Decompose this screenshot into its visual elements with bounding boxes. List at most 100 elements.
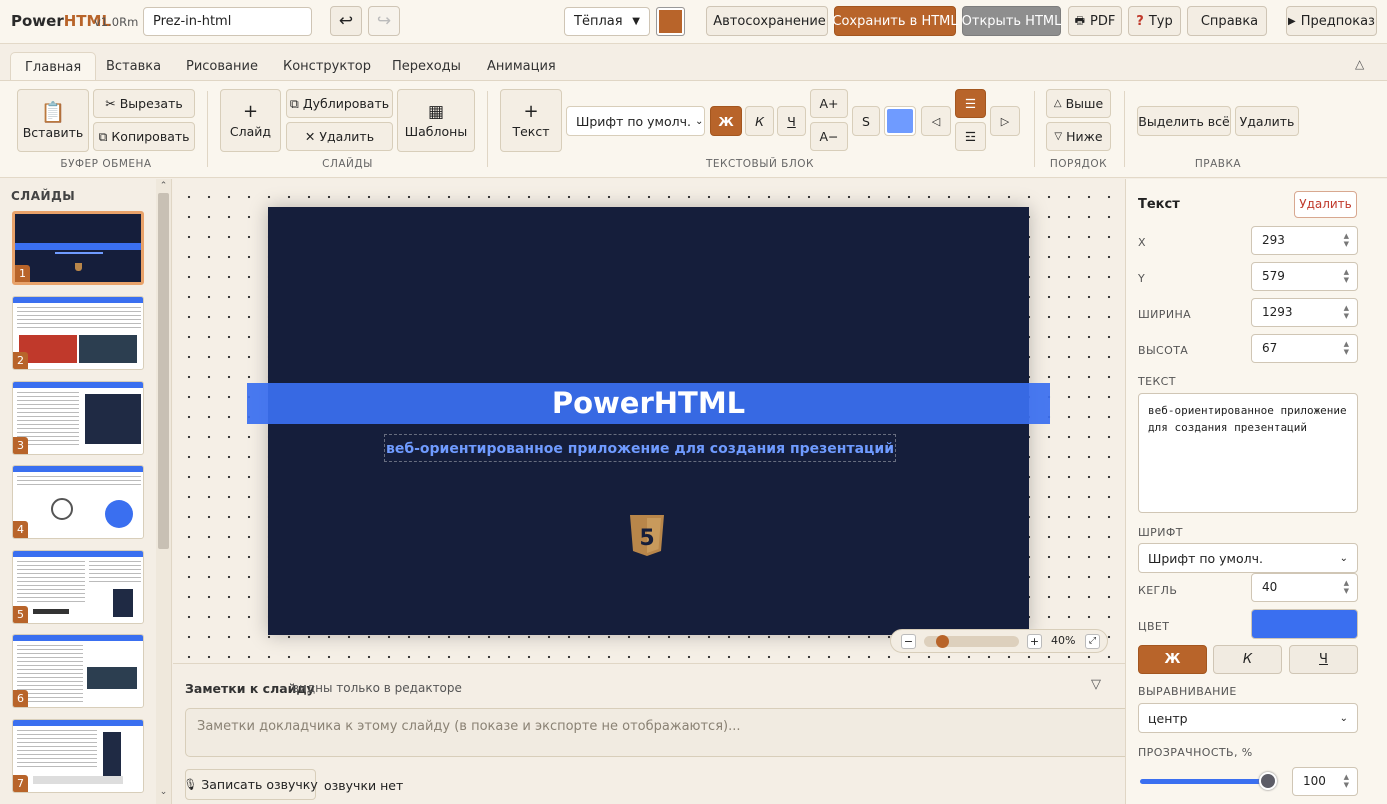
chevron-up-icon[interactable]: ⌃ (158, 181, 169, 191)
fit-screen-icon[interactable]: ⤢ (1085, 634, 1100, 649)
text-content-textarea[interactable]: веб-ориентированное приложение для созда… (1138, 393, 1358, 513)
delete-slide-button[interactable]: ✕ Удалить (286, 122, 393, 151)
ribbon-tabs: Главная Вставка Рисование Конструктор Пе… (0, 45, 1387, 81)
notes-textarea[interactable]: Заметки докладчика к этому слайду (в пок… (185, 708, 1130, 757)
delete-selection-button[interactable]: Удалить (1235, 106, 1299, 136)
collapse-ribbon-icon[interactable]: △ (1355, 57, 1364, 71)
slide-canvas[interactable]: PowerHTML веб-ориентированное приложение… (173, 179, 1125, 663)
slide-thumbnail-3[interactable]: 3 (12, 381, 144, 455)
slide-thumbnail-6[interactable]: 6 (12, 634, 144, 708)
autosave-toggle[interactable]: Автосохранение (706, 6, 828, 36)
tab-transitions[interactable]: Переходы (378, 52, 475, 81)
font-decrease-button[interactable]: A− (810, 122, 848, 151)
opacity-input[interactable]: 100 ▲ ▼ (1292, 767, 1358, 796)
zoom-in-button[interactable]: + (1027, 634, 1042, 649)
y-input[interactable]: 579 ▲ ▼ (1251, 262, 1358, 291)
opacity-label: ПРОЗРАЧНОСТЬ, % (1138, 746, 1253, 759)
align-center-button[interactable]: ☰ (955, 89, 986, 118)
file-name-input[interactable]: Prez-in-html (143, 7, 312, 36)
spinner-icon[interactable]: ▲ ▼ (1344, 340, 1349, 356)
font-size-input[interactable]: 40 ▲ ▼ (1251, 573, 1358, 602)
spinner-icon[interactable]: ▲ ▼ (1344, 773, 1349, 789)
copy-button[interactable]: ⧉ Копировать (93, 122, 195, 151)
grid-icon: ▦ (427, 101, 445, 122)
record-voiceover-button[interactable]: 🎙 Записать озвучку (183, 769, 318, 800)
cut-button[interactable]: ✂ Вырезать (93, 89, 195, 118)
tab-design[interactable]: Конструктор (269, 52, 385, 81)
slide-thumbnail-5[interactable]: 5 (12, 550, 144, 624)
theme-select[interactable]: Тёплая ▼ (564, 7, 650, 36)
zoom-out-button[interactable]: − (901, 634, 916, 649)
slide-thumbnail-7[interactable]: 7 (12, 719, 144, 793)
align-left-button[interactable]: ◁ (921, 106, 951, 136)
x-input[interactable]: 293 ▲ ▼ (1251, 226, 1358, 255)
slides-scrollbar[interactable]: ⌃ ⌄ (156, 179, 171, 804)
duplicate-slide-button[interactable]: ⧉ Дублировать (286, 89, 393, 118)
spinner-icon[interactable]: ▲ ▼ (1344, 579, 1349, 595)
text-color-swatch[interactable] (1251, 609, 1358, 639)
open-html-button[interactable]: Открыть HTML (962, 6, 1061, 36)
accent-color-swatch[interactable] (656, 7, 685, 36)
add-text-button[interactable]: + Текст (500, 89, 562, 152)
align-right-button[interactable]: ▷ (990, 106, 1020, 136)
select-all-button[interactable]: Выделить всё (1137, 106, 1231, 136)
tab-insert[interactable]: Вставка (92, 52, 175, 81)
thumb-image (113, 589, 133, 617)
zoom-slider[interactable] (924, 635, 1019, 648)
tour-button[interactable]: ? Тур (1128, 6, 1181, 36)
opacity-slider[interactable] (1140, 772, 1277, 790)
underline-toggle[interactable]: Ч (1289, 645, 1358, 674)
templates-label: Шаблоны (404, 123, 468, 139)
paste-button[interactable]: 📋 Вставить (17, 89, 89, 152)
opacity-slider-thumb[interactable] (1259, 772, 1277, 790)
tab-home[interactable]: Главная (10, 52, 97, 81)
delete-selection-label: Удалить (1239, 113, 1295, 129)
scrollbar-thumb[interactable] (158, 193, 169, 549)
help-button[interactable]: Справка (1187, 6, 1267, 36)
save-html-button[interactable]: Сохранить в HTML (832, 6, 958, 36)
bring-forward-button[interactable]: △ Выше (1046, 89, 1111, 118)
html5-logo-icon[interactable]: 5 (627, 514, 667, 558)
send-backward-button[interactable]: ▽ Ниже (1046, 122, 1111, 151)
slide-thumbnail-2[interactable]: 2 (12, 296, 144, 370)
spinner-icon[interactable]: ▲ ▼ (1344, 268, 1349, 284)
zoom-slider-thumb[interactable] (936, 635, 950, 648)
height-input[interactable]: 67 ▲ ▼ (1251, 334, 1358, 363)
undo-button[interactable]: ↩ (330, 6, 362, 36)
strikethrough-button[interactable]: S (852, 106, 880, 136)
tab-animation[interactable]: Анимация (473, 52, 570, 81)
alignment-select[interactable]: центр ⌄ (1138, 703, 1358, 733)
slide-thumbnail-4[interactable]: 4 (12, 465, 144, 539)
tab-draw[interactable]: Рисование (172, 52, 272, 81)
slide-subtitle-selected[interactable]: веб-ориентированное приложение для созда… (384, 434, 896, 462)
italic-toggle[interactable]: К (1213, 645, 1282, 674)
bold-toggle[interactable]: Ж (1138, 645, 1207, 674)
slide-title[interactable]: PowerHTML (268, 383, 1029, 424)
spinner-icon[interactable]: ▲ ▼ (1344, 304, 1349, 320)
bring-forward-label: Выше (1065, 96, 1104, 111)
font-select[interactable]: Шрифт по умолч. ⌄ (566, 106, 705, 136)
pdf-button[interactable]: 🖶 PDF (1068, 6, 1122, 36)
font-increase-button[interactable]: A+ (810, 89, 848, 118)
new-slide-button[interactable]: + Слайд (220, 89, 281, 152)
width-input[interactable]: 1293 ▲ ▼ (1251, 298, 1358, 327)
triangle-right-icon: ▷ (1000, 114, 1010, 128)
collapse-notes-icon[interactable]: ▽ (1091, 677, 1101, 692)
current-slide[interactable]: PowerHTML веб-ориентированное приложение… (247, 207, 1050, 635)
font-select-value: Шрифт по умолч. (576, 113, 691, 129)
slide-thumbnail-1[interactable]: 1 (12, 211, 144, 285)
redo-button[interactable]: ↪ (368, 6, 400, 36)
text-color-button[interactable] (884, 106, 916, 136)
delete-element-button[interactable]: Удалить (1294, 191, 1357, 218)
templates-button[interactable]: ▦ Шаблоны (397, 89, 475, 152)
preview-button[interactable]: ▶ Предпоказ (1286, 6, 1377, 36)
underline-button[interactable]: Ч (777, 106, 806, 136)
italic-button[interactable]: К (745, 106, 774, 136)
thumb-image (103, 732, 121, 778)
bold-button[interactable]: Ж (710, 106, 742, 136)
align-label: ВЫРАВНИВАНИЕ (1138, 685, 1237, 698)
spinner-icon[interactable]: ▲ ▼ (1344, 232, 1349, 248)
align-justify-button[interactable]: ☲ (955, 122, 986, 151)
font-family-select[interactable]: Шрифт по умолч. ⌄ (1138, 543, 1358, 573)
chevron-down-icon[interactable]: ⌄ (158, 787, 169, 797)
